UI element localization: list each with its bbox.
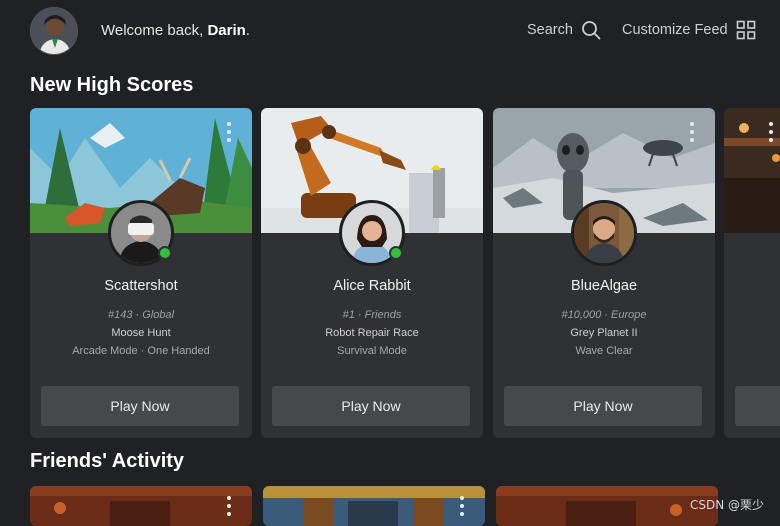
player-rank: #143 · Global (107, 309, 175, 321)
play-now-button[interactable]: Play Now (272, 386, 470, 426)
score-card: Scattershot #143 · Global Moose Hunt Arc… (30, 108, 252, 438)
more-options-icon[interactable] (226, 496, 232, 516)
grid-icon (736, 20, 755, 40)
game-title: Robot Repair Race (325, 327, 419, 339)
game-title: Moose Hunt (111, 327, 171, 339)
customize-label: Customize Feed (622, 22, 728, 38)
friends-activity-title: Friends' Activity (30, 450, 185, 472)
player-rank: #10,000 · Europe (561, 309, 647, 321)
game-mode: Arcade Mode · One Handed (72, 345, 210, 357)
game-mode: Wave Clear (575, 345, 633, 357)
player-avatar[interactable] (571, 200, 637, 266)
search-icon (582, 21, 601, 40)
player-name: Alice Rabbit (333, 278, 411, 294)
score-card-partial (724, 108, 780, 438)
activity-card[interactable] (496, 486, 718, 526)
player-name: Scattershot (104, 278, 178, 294)
more-options-icon[interactable] (226, 122, 232, 142)
play-now-button-partial[interactable] (735, 386, 780, 426)
customize-feed-button[interactable]: Customize Feed (622, 19, 756, 41)
activity-card[interactable] (263, 486, 485, 526)
online-status-indicator (158, 246, 172, 260)
more-options-icon[interactable] (689, 122, 695, 142)
player-name: BlueAlgae (570, 278, 638, 294)
top-bar: Welcome back, Darin. Search Customize Fe… (0, 0, 780, 62)
more-options-icon[interactable] (459, 496, 465, 516)
score-card: BlueAlgae #10,000 · Europe Grey Planet I… (493, 108, 715, 438)
welcome-text: Welcome back, Darin. (101, 22, 250, 39)
play-now-button[interactable]: Play Now (504, 386, 702, 426)
player-rank: #1 · Friends (342, 309, 402, 321)
search-button[interactable]: Search (527, 19, 601, 41)
high-scores-title: New High Scores (30, 74, 194, 96)
user-avatar[interactable] (30, 7, 78, 55)
activity-card[interactable] (30, 486, 252, 526)
score-card: Alice Rabbit #1 · Friends Robot Repair R… (261, 108, 483, 438)
play-now-button[interactable]: Play Now (41, 386, 239, 426)
online-status-indicator (389, 246, 403, 260)
watermark: CSDN @栗少 (690, 498, 765, 512)
game-mode: Survival Mode (337, 345, 407, 357)
search-label: Search (527, 22, 573, 38)
game-title: Grey Planet II (570, 327, 638, 339)
more-options-icon[interactable] (768, 122, 774, 142)
user-name: Darin (207, 22, 246, 39)
game-thumbnail[interactable] (724, 108, 780, 233)
